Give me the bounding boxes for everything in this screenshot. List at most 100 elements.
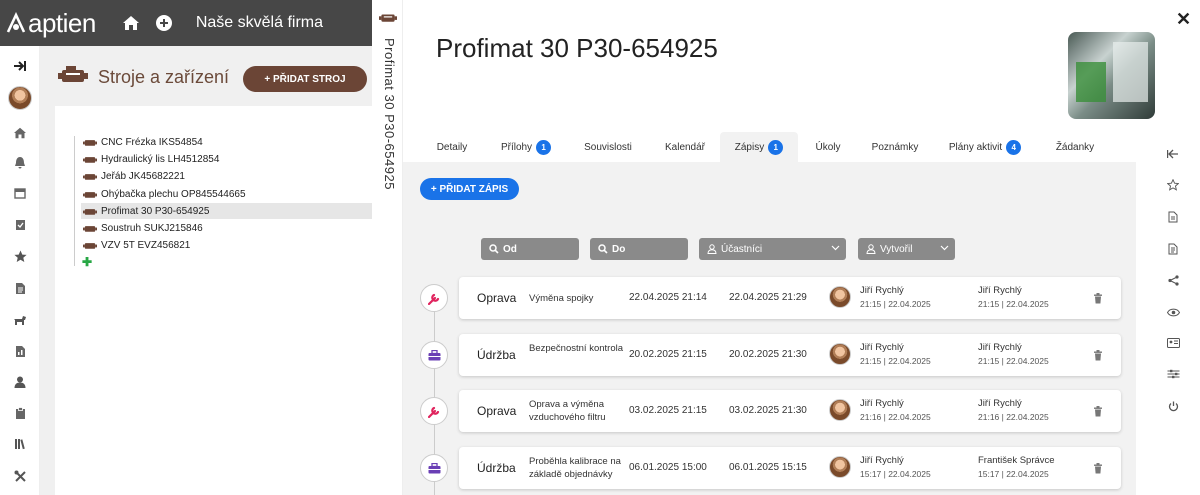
library-icon[interactable]	[12, 436, 28, 452]
record-from: 22.04.2025 21:14	[629, 292, 707, 303]
creator-name: Jiří Rychlý	[978, 285, 1022, 296]
search-icon	[598, 244, 608, 254]
add-circle-icon[interactable]	[155, 15, 172, 31]
chevron-down-icon	[831, 243, 840, 255]
tree-item[interactable]: Jeřáb JK45682221	[81, 168, 372, 184]
machine-photo[interactable]	[1068, 32, 1155, 119]
home-icon[interactable]	[12, 125, 28, 141]
calendar-icon[interactable]	[12, 185, 28, 201]
left-rail	[0, 46, 40, 495]
participant-name: Jiří Rychlý	[860, 285, 904, 296]
star-outline-icon[interactable]	[1165, 177, 1181, 193]
right-rail	[1165, 140, 1185, 440]
id-card-icon[interactable]	[1165, 335, 1181, 351]
tree-item[interactable]: Hydraulický lis LH4512854	[81, 151, 372, 167]
home-icon[interactable]	[122, 15, 140, 31]
avatar	[829, 399, 851, 421]
filter-od[interactable]: Od	[481, 238, 579, 260]
machine-icon	[83, 139, 97, 146]
star-icon[interactable]	[12, 248, 28, 264]
add-record-button[interactable]: + PŘIDAT ZÁPIS	[420, 178, 519, 200]
panel-header: Stroje a zařízení	[58, 66, 229, 89]
tab-poznamky[interactable]: Poznámky	[863, 132, 927, 162]
user-avatar[interactable]	[8, 86, 32, 110]
trash-icon[interactable]	[1093, 404, 1103, 422]
tree-item[interactable]: CNC Frézka IKS54854	[81, 134, 372, 150]
company-name[interactable]: Naše skvělá firma	[196, 14, 323, 32]
share-icon[interactable]	[1165, 272, 1181, 288]
add-machine-button[interactable]: + PŘIDAT STROJ	[243, 66, 367, 92]
machine-icon	[83, 225, 97, 232]
tools-icon[interactable]	[12, 468, 28, 484]
trash-icon[interactable]	[1093, 291, 1103, 309]
sliders-icon[interactable]	[1165, 366, 1181, 382]
wrench-icon	[420, 397, 448, 425]
tab-souvislosti[interactable]: Souvislosti	[573, 132, 643, 162]
document-icon[interactable]	[1165, 209, 1181, 225]
document-text-icon[interactable]	[1165, 241, 1181, 257]
participant-time: 21:16 | 22.04.2025	[860, 412, 931, 422]
creator-name: Jiří Rychlý	[978, 398, 1022, 409]
record-description: Oprava a výměna vzduchového filtru	[529, 399, 606, 423]
tab-kalendar[interactable]: Kalendář	[655, 132, 715, 162]
close-icon[interactable]: ✕	[1176, 9, 1191, 30]
person-icon[interactable]	[12, 374, 28, 390]
dog-icon[interactable]	[12, 312, 28, 328]
clipboard-icon[interactable]	[12, 405, 28, 421]
collapse-arrow-icon[interactable]	[1165, 146, 1181, 162]
person-outline-icon	[707, 244, 717, 254]
record-from: 03.02.2025 21:15	[629, 405, 707, 416]
record-row[interactable]: Oprava Výměna spojky 22.04.2025 21:14 22…	[459, 277, 1121, 319]
machine-icon	[58, 66, 88, 89]
tab-zadanky[interactable]: Žádanky	[1047, 132, 1103, 162]
add-tree-item-icon[interactable]: ✚	[82, 255, 92, 269]
panel-title: Stroje a zařízení	[98, 67, 230, 87]
filter-ucastnici[interactable]: Účastníci	[699, 238, 846, 260]
machine-icon	[83, 242, 97, 249]
tree-item[interactable]: Ohýbačka plechu OP845544665	[81, 186, 372, 202]
creator-name: Jiří Rychlý	[978, 342, 1022, 353]
eye-icon[interactable]	[1165, 304, 1181, 320]
tab-ukoly[interactable]: Úkoly	[805, 132, 851, 162]
records-content: + PŘIDAT ZÁPIS Od Do Účastníci Vytvořil …	[403, 162, 1136, 495]
record-to: 22.04.2025 21:29	[729, 292, 807, 303]
record-type: Oprava	[477, 404, 517, 418]
report-icon[interactable]	[12, 343, 28, 359]
tab-plany-aktivit[interactable]: Plány aktivit 4	[943, 132, 1027, 162]
record-description: Proběhla kalibrace na základě objednávky	[529, 456, 621, 480]
person-outline-icon	[866, 244, 876, 254]
tab-detaily[interactable]: Detaily	[423, 132, 481, 162]
machine-icon	[83, 208, 97, 215]
creator-name: František Správce	[978, 455, 1055, 466]
machines-panel: Stroje a zařízení + PŘIDAT STROJ CNC Fré…	[40, 46, 372, 495]
expand-arrow-icon[interactable]	[12, 58, 28, 74]
clipboard-check-icon[interactable]	[12, 216, 28, 232]
tab-prilohy[interactable]: Přílohy 1	[493, 132, 559, 162]
page-title: Profimat 30 P30-654925	[436, 33, 718, 63]
participant-time: 15:17 | 22.04.2025	[860, 469, 931, 479]
record-row[interactable]: Údržba Bezpečnostní kontrola 20.02.2025 …	[459, 334, 1121, 376]
record-from: 06.01.2025 15:00	[629, 462, 707, 473]
record-type: Údržba	[477, 348, 516, 362]
avatar	[829, 343, 851, 365]
record-to: 03.02.2025 21:30	[729, 405, 807, 416]
trash-icon[interactable]	[1093, 461, 1103, 479]
filter-do[interactable]: Do	[590, 238, 688, 260]
bell-icon[interactable]	[12, 154, 28, 170]
tab-badge: 4	[1006, 139, 1022, 155]
machine-tree: CNC Frézka IKS54854 Hydraulický lis LH45…	[55, 106, 372, 495]
trash-icon[interactable]	[1093, 348, 1103, 366]
tab-zapisy[interactable]: Zápisy 1	[720, 132, 798, 162]
chevron-down-icon	[940, 243, 949, 255]
record-row[interactable]: Údržba Proběhla kalibrace na základě obj…	[459, 447, 1121, 489]
creator-time: 21:16 | 22.04.2025	[978, 412, 1049, 422]
tree-item[interactable]: Soustruh SUKJ215846	[81, 220, 372, 236]
filter-vytvoril[interactable]: Vytvořil	[858, 238, 955, 260]
document-icon[interactable]	[12, 280, 28, 296]
power-icon[interactable]	[1165, 398, 1181, 414]
machine-icon	[83, 191, 97, 198]
brand-logo[interactable]: aptien	[6, 8, 96, 39]
tree-item-selected[interactable]: Profimat 30 P30-654925	[81, 203, 372, 219]
tree-item[interactable]: VZV 5T EVZ456821	[81, 237, 372, 253]
record-row[interactable]: Oprava Oprava a výměna vzduchového filtr…	[459, 390, 1121, 432]
